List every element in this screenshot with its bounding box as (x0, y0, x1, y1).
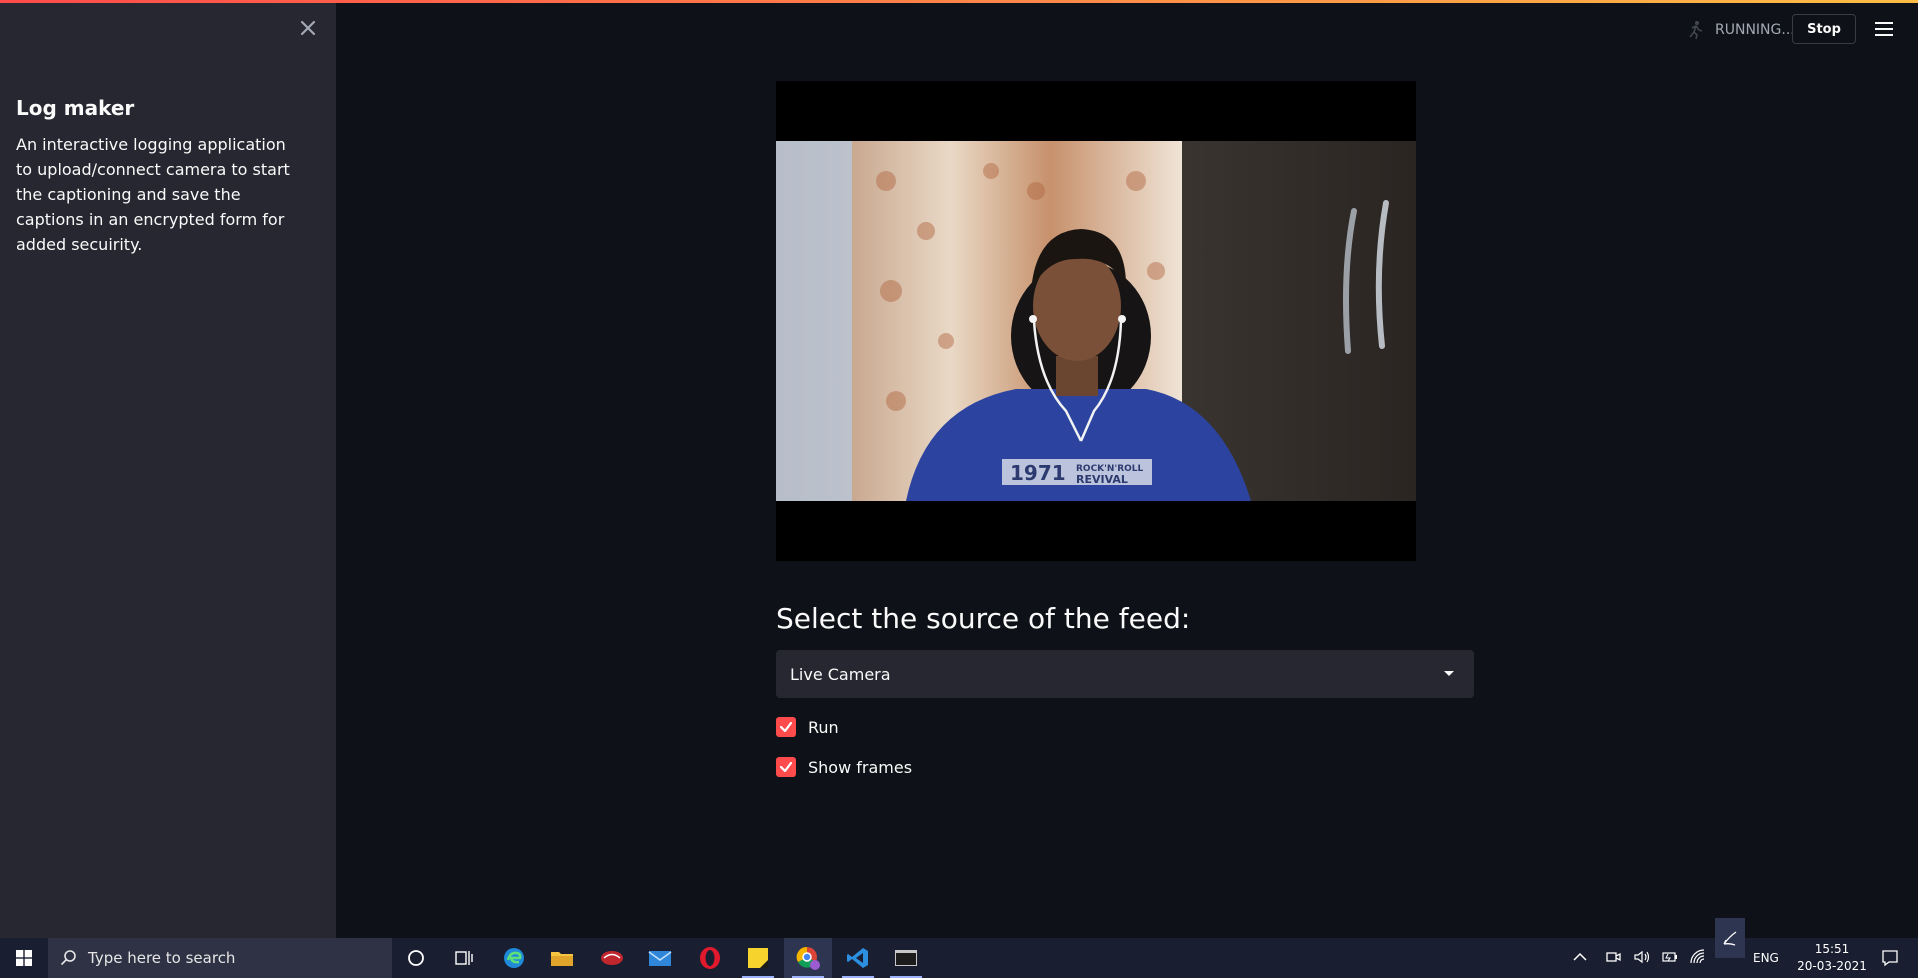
language-indicator[interactable]: ENG (1753, 951, 1779, 965)
hamburger-icon (1872, 22, 1896, 36)
opera-icon (700, 947, 720, 969)
source-select-label: Select the source of the feed: (776, 602, 1191, 635)
show-frames-checkbox[interactable]: Show frames (776, 755, 912, 779)
camera-frame-image: 1971 ROCK'N'ROLL REVIVAL (776, 141, 1416, 501)
status-text: RUNNING... (1715, 22, 1795, 38)
chrome-app[interactable] (784, 938, 832, 978)
terminal-icon (895, 950, 917, 966)
search-icon (60, 950, 76, 966)
clock-date: 20-03-2021 (1797, 959, 1867, 973)
sticky-notes-app[interactable] (734, 938, 782, 978)
folder-icon (551, 952, 573, 966)
pen-icon (1723, 931, 1737, 946)
source-select-value: Live Camera (790, 664, 891, 684)
running-man-icon (1689, 21, 1703, 40)
run-checkbox[interactable]: Run (776, 715, 839, 739)
close-sidebar-button[interactable] (296, 16, 320, 40)
wifi-icon[interactable] (1689, 948, 1707, 968)
taskbar-search-input[interactable]: Type here to search (48, 938, 392, 978)
shirt-text-1971: 1971 (1010, 461, 1066, 485)
windows-logo-icon (16, 950, 32, 966)
close-icon (300, 20, 316, 36)
red-app-icon (601, 951, 623, 965)
running-status: RUNNING... (1685, 18, 1795, 42)
chrome-icon (796, 946, 820, 970)
checkmark-icon (776, 757, 796, 777)
search-placeholder: Type here to search (88, 949, 236, 967)
file-explorer-app[interactable] (538, 938, 586, 978)
start-button[interactable] (0, 938, 48, 978)
sidebar: Log maker An interactive logging applica… (0, 0, 336, 938)
stop-button[interactable]: Stop (1792, 14, 1856, 44)
edge-browser-icon (504, 948, 524, 968)
camera-feed: 1971 ROCK'N'ROLL REVIVAL (776, 81, 1416, 561)
task-view-button[interactable] (440, 938, 488, 978)
sidebar-title: Log maker (16, 96, 135, 120)
caret-down-icon (1444, 671, 1454, 676)
notification-icon (1882, 950, 1898, 967)
sidebar-description: An interactive logging application to up… (16, 135, 290, 254)
battery-icon[interactable] (1661, 949, 1679, 968)
taskbar-clock[interactable]: 15:51 20-03-2021 (1790, 941, 1874, 975)
run-checkbox-label: Run (808, 717, 839, 737)
terminal-app[interactable] (882, 938, 930, 978)
chevron-up-icon[interactable] (1573, 950, 1587, 966)
windows-taskbar: Type here to search ENG 15:51 20-03-2021 (0, 918, 1918, 978)
mail-icon (648, 951, 672, 966)
edge-app[interactable] (490, 938, 538, 978)
pen-workspace-button[interactable] (1715, 918, 1745, 958)
checkmark-icon (776, 717, 796, 737)
sticky-notes-icon (748, 948, 768, 968)
task-view-icon (455, 951, 473, 965)
action-center-button[interactable] (1866, 938, 1914, 978)
main-menu-button[interactable] (1872, 18, 1896, 42)
opera-app[interactable] (686, 938, 734, 978)
top-decoration-bar (0, 0, 1918, 3)
shirt-text-revival: REVIVAL (1076, 473, 1128, 486)
mail-app[interactable] (636, 938, 684, 978)
vscode-icon (847, 948, 868, 968)
webcam-scene-illustration: 1971 ROCK'N'ROLL REVIVAL (776, 141, 1416, 501)
source-select[interactable]: Live Camera (776, 650, 1474, 698)
cortana-button[interactable] (392, 938, 440, 978)
game-app[interactable] (588, 938, 636, 978)
cortana-circle-icon (408, 950, 424, 966)
show-frames-checkbox-label: Show frames (808, 757, 913, 777)
volume-icon[interactable] (1633, 949, 1651, 968)
clock-time: 15:51 (1814, 942, 1850, 956)
vscode-app[interactable] (834, 938, 882, 978)
meet-now-icon[interactable] (1605, 949, 1621, 968)
